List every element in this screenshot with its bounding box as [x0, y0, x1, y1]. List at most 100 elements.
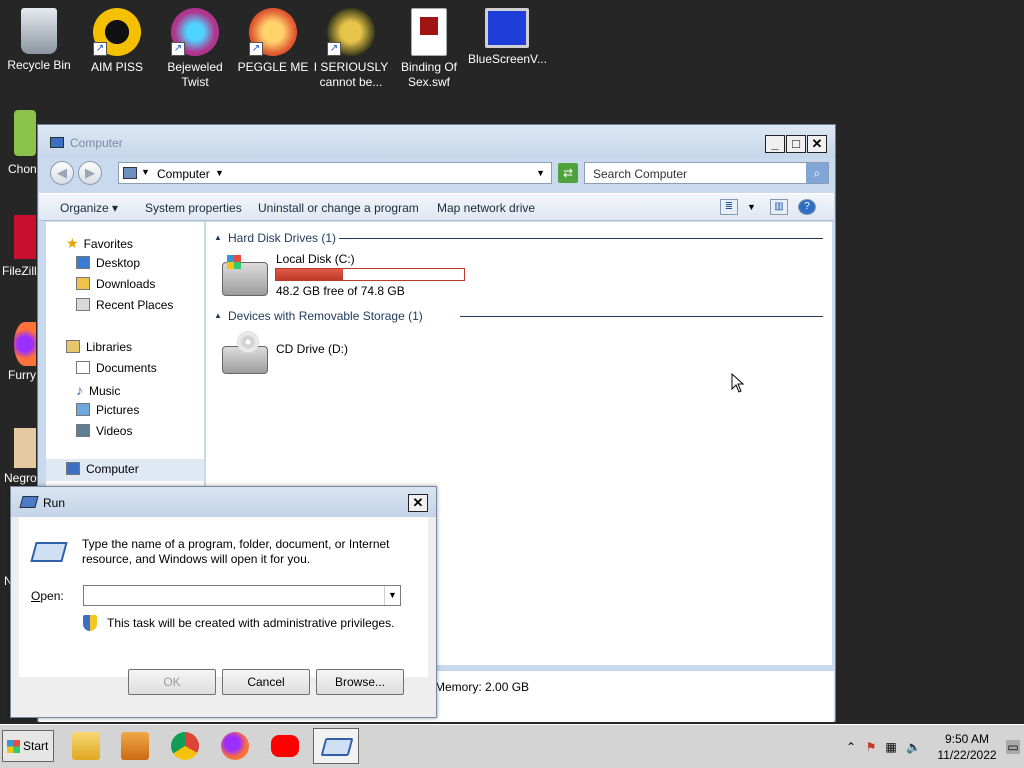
- help-icon[interactable]: ?: [798, 199, 816, 215]
- breadcrumb[interactable]: Computer: [157, 167, 210, 181]
- address-row: ◀ ▶ ▼ Computer ▼ ▼ ⇄ Search Computer ⌕: [46, 161, 831, 187]
- group-header-removable[interactable]: Devices with Removable Storage (1): [228, 309, 423, 323]
- system-properties-button[interactable]: System properties: [145, 201, 242, 215]
- crumb-chevron-icon[interactable]: ▼: [215, 168, 224, 178]
- history-dropdown-icon[interactable]: ▼: [536, 168, 545, 178]
- desktop-icon-label: BlueScreenV...: [468, 52, 547, 66]
- house-icon: [14, 428, 36, 468]
- open-combobox[interactable]: ▼: [83, 585, 401, 606]
- nav-pictures[interactable]: Pictures: [76, 403, 139, 417]
- desktop-icon-aim[interactable]: ↗ AIM PISS: [78, 8, 156, 75]
- address-bar[interactable]: ▼ Computer ▼ ▼: [118, 162, 552, 184]
- refresh-icon[interactable]: ⇄: [558, 163, 578, 183]
- nav-libraries[interactable]: Libraries: [66, 340, 132, 354]
- ok-button[interactable]: OK: [128, 669, 216, 695]
- desktop-icon-bejeweled[interactable]: ↗ Bejeweled Twist: [156, 8, 234, 90]
- desktop-icon-filezilla-partial[interactable]: FileZill: [2, 264, 37, 278]
- drive-c-free-space: 48.2 GB free of 74.8 GB: [276, 284, 405, 298]
- collapse-removable-icon[interactable]: ▲: [214, 311, 222, 320]
- search-icon[interactable]: ⌕: [806, 163, 828, 183]
- show-hidden-icons-icon[interactable]: ⌃: [844, 740, 858, 754]
- taskbar-file-explorer[interactable]: [63, 728, 109, 764]
- libraries-icon: [66, 340, 80, 353]
- search-input[interactable]: Search Computer: [593, 167, 687, 181]
- search-box[interactable]: Search Computer ⌕: [584, 162, 829, 184]
- music-icon: ♪: [76, 382, 83, 398]
- run-program-icon: [30, 542, 68, 562]
- drive-d[interactable]: CD Drive (D:): [220, 331, 420, 380]
- desktop-icon-bluescreenview[interactable]: BlueScreenV...: [468, 8, 547, 67]
- nav-recent-places[interactable]: Recent Places: [76, 298, 173, 312]
- organize-menu[interactable]: Organize ▾: [60, 201, 118, 215]
- explorer-title: Computer: [70, 136, 123, 150]
- mouse-cursor-icon: [731, 373, 745, 393]
- taskbar-chrome[interactable]: [162, 728, 208, 764]
- run-title: Run: [43, 496, 66, 510]
- uac-shield-icon: [83, 615, 97, 631]
- desktop-icon-recycle-bin[interactable]: Recycle Bin: [0, 8, 78, 73]
- view-options-icon[interactable]: ≣: [720, 199, 738, 215]
- desktop-icon-negro-partial[interactable]: Negro: [4, 471, 37, 485]
- system-tray: ⌃ ⚑ ▦ 🔈 9:50 AM 11/22/2022 ▭: [844, 725, 1024, 768]
- browse-button[interactable]: Browse...: [316, 669, 404, 695]
- collapse-hard-disks-icon[interactable]: ▲: [214, 233, 222, 242]
- nav-documents[interactable]: Documents: [76, 361, 157, 375]
- network-icon[interactable]: ▦: [884, 740, 898, 754]
- explorer-titlebar[interactable]: Computer _ □ ✕: [38, 125, 835, 157]
- back-button[interactable]: ◀: [50, 161, 74, 185]
- uninstall-program-button[interactable]: Uninstall or change a program: [258, 201, 419, 215]
- forward-button[interactable]: ▶: [78, 161, 102, 185]
- run-icon: [320, 738, 354, 756]
- open-input[interactable]: [84, 586, 374, 605]
- taskbar-run[interactable]: [313, 728, 359, 764]
- start-button[interactable]: Start: [2, 730, 54, 762]
- flash-file-icon: [411, 8, 447, 56]
- preview-pane-icon[interactable]: ▥: [770, 199, 788, 215]
- desktop-icon: [76, 256, 90, 269]
- run-description: Type the name of a program, folder, docu…: [82, 537, 390, 566]
- group-header-hard-disks[interactable]: Hard Disk Drives (1): [228, 231, 336, 245]
- nav-videos[interactable]: Videos: [76, 424, 132, 438]
- taskbar-media-player[interactable]: [112, 728, 158, 764]
- videos-icon: [76, 424, 90, 437]
- nav-downloads[interactable]: Downloads: [76, 277, 155, 291]
- date: 11/22/2022: [937, 748, 997, 762]
- group-divider: [339, 238, 823, 239]
- taskbar: Start ⌃ ⚑ ▦ 🔈 9:50 AM 11/22/2022 ▭: [0, 724, 1024, 768]
- close-button[interactable]: ✕: [408, 494, 428, 512]
- volume-icon[interactable]: 🔈: [906, 740, 921, 754]
- admin-note: This task will be created with administr…: [107, 616, 395, 630]
- drive-c[interactable]: Local Disk (C:) 48.2 GB free of 74.8 GB: [220, 252, 480, 302]
- desktop-icon-cplusplus[interactable]: ↗ I SERIOUSLY cannot be...: [312, 8, 390, 90]
- map-network-drive-button[interactable]: Map network drive: [437, 201, 535, 215]
- aim-icon: ↗: [93, 8, 141, 56]
- nav-desktop[interactable]: Desktop: [76, 256, 140, 270]
- desktop-icon-flash-file[interactable]: Binding Of Sex.swf: [390, 8, 468, 90]
- nav-favorites[interactable]: ★ Favorites: [66, 235, 133, 252]
- show-desktop-icon[interactable]: ▭: [1006, 740, 1020, 754]
- file-explorer-icon: [72, 732, 100, 760]
- desktop-icon-furry-partial[interactable]: Furry: [8, 368, 36, 382]
- documents-icon: [76, 361, 90, 374]
- close-button[interactable]: ✕: [807, 135, 827, 153]
- action-center-icon[interactable]: ⚑: [864, 740, 878, 754]
- minimize-button[interactable]: _: [765, 135, 785, 153]
- desktop-icon-label: Bejeweled Twist: [167, 60, 223, 89]
- nav-computer[interactable]: Computer: [46, 459, 204, 481]
- maximize-button[interactable]: □: [786, 135, 806, 153]
- desktop-icon-chrome-partial[interactable]: Chon: [8, 162, 37, 176]
- memory-info: Memory: 2.00 GB: [435, 680, 530, 694]
- nav-music[interactable]: ♪ Music: [76, 382, 120, 398]
- recent-places-icon: [76, 298, 90, 311]
- chevron-down-icon[interactable]: ▼: [384, 586, 400, 605]
- clock[interactable]: 9:50 AM 11/22/2022: [934, 731, 1000, 763]
- taskbar-firefox[interactable]: [212, 728, 258, 764]
- desktop-icon-peggle[interactable]: ↗ PEGGLE ME: [234, 8, 312, 75]
- run-titlebar[interactable]: Run ✕: [11, 487, 436, 517]
- command-bar: Organize ▾ System properties Uninstall o…: [39, 193, 834, 221]
- view-dropdown-icon[interactable]: ▼: [747, 202, 756, 212]
- address-chevron-icon[interactable]: ▼: [141, 167, 150, 177]
- time: 9:50 AM: [944, 732, 990, 746]
- cancel-button[interactable]: Cancel: [222, 669, 310, 695]
- taskbar-youtube[interactable]: [262, 728, 308, 764]
